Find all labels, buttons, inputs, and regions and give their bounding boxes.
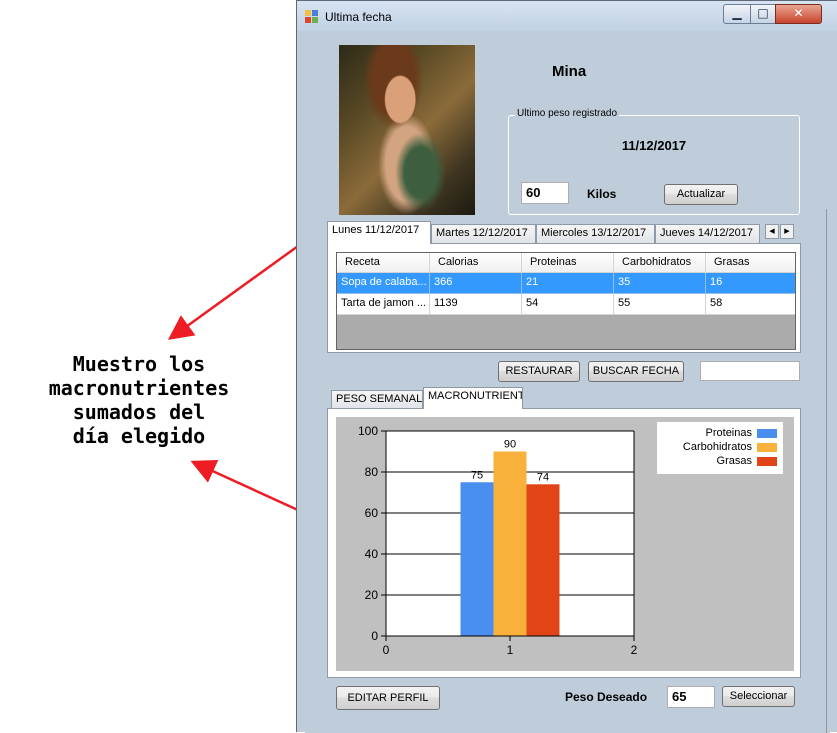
chart-tab-panel: 0 20 40 60 80 100 0 1 2 75 90 74 Proteinas Carbohid… bbox=[327, 408, 801, 678]
legend-item-carbohidratos: Carbohidratos bbox=[663, 440, 777, 454]
bar-proteinas bbox=[460, 482, 494, 636]
last-weight-group-title: Ultimo peso registrado bbox=[515, 108, 620, 119]
window-edge-line bbox=[826, 209, 827, 733]
table-cell[interactable]: 366 bbox=[430, 273, 522, 294]
last-weight-group: Ultimo peso registrado 11/12/2017 60 Kil… bbox=[508, 108, 800, 215]
table-row[interactable]: Tarta de jamon ... 1139 54 55 58 bbox=[337, 294, 795, 315]
day-tab-panel: Receta Calorias Proteinas Carbohidratos … bbox=[327, 243, 801, 353]
table-cell[interactable]: Tarta de jamon ... bbox=[337, 294, 430, 315]
tab-macronutrientes[interactable]: MACRONUTRIENT bbox=[423, 387, 523, 409]
table-row[interactable]: Sopa de calaba... 366 21 35 16 bbox=[337, 273, 795, 294]
y-tick-label: 80 bbox=[365, 465, 379, 479]
table-header-row: Receta Calorias Proteinas Carbohidratos … bbox=[337, 253, 795, 274]
table-cell[interactable]: 35 bbox=[614, 273, 706, 294]
title-bar[interactable]: Ultima fecha ▁ □ ✕ bbox=[297, 1, 837, 31]
column-header-calorias[interactable]: Calorias bbox=[430, 253, 522, 273]
annotation-line: sumados del bbox=[72, 400, 206, 424]
tab-tuesday[interactable]: Martes 12/12/2017 bbox=[431, 224, 536, 243]
kilos-label: Kilos bbox=[587, 187, 617, 201]
maximize-button[interactable]: □ bbox=[750, 4, 776, 24]
legend-label: Carbohidratos bbox=[682, 441, 752, 453]
edit-profile-button[interactable]: EDITAR PERFIL bbox=[336, 686, 440, 710]
y-tick-label: 0 bbox=[371, 629, 378, 643]
x-tick-label: 0 bbox=[383, 643, 390, 657]
goal-weight-input[interactable]: 65 bbox=[667, 686, 715, 708]
table-cell[interactable]: 55 bbox=[614, 294, 706, 315]
legend-swatch bbox=[757, 442, 777, 452]
app-icon bbox=[305, 10, 318, 23]
tab-wednesday[interactable]: Miercoles 13/12/2017 bbox=[536, 224, 655, 243]
app-window: Ultima fecha ▁ □ ✕ Mina Ultimo peso regi… bbox=[296, 0, 837, 733]
close-button[interactable]: ✕ bbox=[775, 4, 822, 24]
recipes-table[interactable]: Receta Calorias Proteinas Carbohidratos … bbox=[336, 252, 796, 350]
annotation-line: día elegido bbox=[72, 424, 206, 448]
profile-picture bbox=[339, 45, 475, 215]
table-cell[interactable]: 58 bbox=[706, 294, 795, 315]
column-header-grasas[interactable]: Grasas bbox=[706, 253, 795, 273]
legend-label: Grasas bbox=[716, 455, 752, 467]
goal-weight-label: Peso Deseado bbox=[565, 690, 648, 704]
client-area: Mina Ultimo peso registrado 11/12/2017 6… bbox=[305, 31, 830, 733]
y-tick-label: 60 bbox=[365, 506, 379, 520]
annotation-line: macronutrientes bbox=[48, 376, 230, 400]
column-header-receta[interactable]: Receta bbox=[337, 253, 430, 273]
data-label: 74 bbox=[537, 471, 549, 483]
tab-scroll-left-icon[interactable]: ◀ bbox=[765, 224, 779, 239]
search-date-button[interactable]: BUSCAR FECHA bbox=[588, 361, 684, 382]
legend-label: Proteinas bbox=[705, 427, 752, 439]
tab-peso-semanal[interactable]: PESO SEMANAL bbox=[331, 390, 423, 409]
bar-carbohidratos bbox=[493, 451, 527, 636]
legend-item-proteinas: Proteinas bbox=[663, 426, 777, 440]
minimize-button[interactable]: ▁ bbox=[723, 4, 751, 24]
tab-thursday[interactable]: Jueves 14/12/2017 bbox=[655, 224, 760, 243]
legend-item-grasas: Grasas bbox=[663, 454, 777, 468]
x-tick-label: 1 bbox=[507, 643, 514, 657]
table-cell[interactable]: 54 bbox=[522, 294, 614, 315]
window-title: Ultima fecha bbox=[325, 10, 392, 24]
weight-input[interactable]: 60 bbox=[521, 182, 569, 204]
data-label: 75 bbox=[471, 469, 483, 481]
table-cell[interactable]: 21 bbox=[522, 273, 614, 294]
date-input[interactable] bbox=[700, 361, 800, 381]
table-cell[interactable]: Sopa de calaba... bbox=[337, 273, 430, 294]
chart-legend: Proteinas Carbohidratos Grasas bbox=[657, 422, 783, 474]
select-goal-button[interactable]: Seleccionar bbox=[722, 686, 795, 707]
column-header-carbohidratos[interactable]: Carbohidratos bbox=[614, 253, 706, 273]
table-cell[interactable]: 16 bbox=[706, 273, 795, 294]
y-tick-label: 40 bbox=[365, 547, 379, 561]
column-header-proteinas[interactable]: Proteinas bbox=[522, 253, 614, 273]
last-weight-date: 11/12/2017 bbox=[621, 138, 687, 153]
update-weight-button[interactable]: Actualizar bbox=[664, 184, 738, 205]
table-cell[interactable]: 1139 bbox=[430, 294, 522, 315]
user-name: Mina bbox=[552, 63, 587, 80]
tab-scroll-right-icon[interactable]: ▶ bbox=[780, 224, 794, 239]
macronutrients-chart: 0 20 40 60 80 100 0 1 2 75 90 74 Proteinas Carbohid… bbox=[336, 417, 794, 671]
x-tick-label: 2 bbox=[631, 643, 638, 657]
restore-button[interactable]: RESTAURAR bbox=[498, 361, 580, 382]
tab-monday[interactable]: Lunes 11/12/2017 bbox=[327, 221, 431, 244]
data-label: 90 bbox=[504, 439, 516, 451]
bar-grasas bbox=[526, 484, 560, 636]
legend-swatch bbox=[757, 456, 777, 466]
y-tick-label: 100 bbox=[358, 424, 378, 438]
annotation-text: Muestro los macronutrientes sumados del … bbox=[8, 352, 270, 448]
legend-swatch bbox=[757, 428, 777, 438]
y-tick-label: 20 bbox=[365, 588, 379, 602]
annotation-line: Muestro los bbox=[72, 352, 206, 376]
